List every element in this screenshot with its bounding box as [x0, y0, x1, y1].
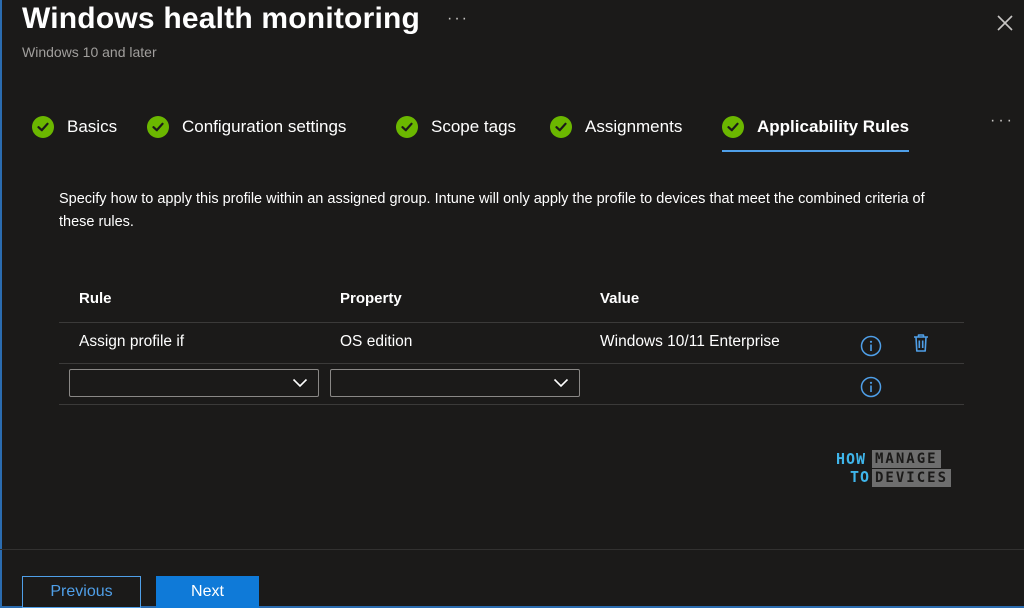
- rule-cell: Assign profile if: [79, 333, 185, 350]
- chevron-down-icon: [553, 378, 569, 388]
- tab-label: Configuration settings: [182, 117, 347, 136]
- checkmark-circle-icon: [396, 116, 418, 138]
- delete-rule-button[interactable]: [911, 332, 931, 354]
- value-cell: Windows 10/11 Enterprise: [600, 333, 780, 350]
- property-dropdown[interactable]: [330, 369, 580, 397]
- trash-icon: [914, 334, 928, 352]
- checkmark-circle-icon: [147, 116, 169, 138]
- tab-label: Scope tags: [431, 117, 517, 136]
- howtomanagedevices-logo: HOW TO MANAGE DEVICES: [834, 447, 959, 491]
- divider: [59, 404, 964, 405]
- tab-label: Applicability Rules: [757, 117, 910, 136]
- previous-button[interactable]: Previous: [22, 576, 141, 608]
- rule-dropdown[interactable]: [69, 369, 319, 397]
- close-button[interactable]: [994, 12, 1016, 34]
- info-icon[interactable]: [860, 376, 882, 398]
- footer-divider: [0, 549, 1024, 550]
- tab-assignments[interactable]: Assignments: [550, 108, 682, 146]
- tab-scope-tags[interactable]: Scope tags: [396, 108, 516, 146]
- column-header-rule: Rule: [79, 290, 112, 307]
- tabs-more-button[interactable]: ···: [990, 112, 1015, 130]
- description-text: Specify how to apply this profile within…: [59, 191, 925, 230]
- chevron-down-icon: [292, 378, 308, 388]
- info-icon[interactable]: [860, 335, 882, 357]
- page-subtitle: Windows 10 and later: [22, 44, 157, 60]
- tab-label: Basics: [67, 117, 118, 136]
- tab-applicability-rules[interactable]: Applicability Rules: [722, 108, 910, 152]
- logo-text-manage: MANAGE: [872, 450, 941, 468]
- more-options-button[interactable]: ···: [447, 10, 469, 28]
- column-header-value: Value: [600, 290, 640, 307]
- checkmark-circle-icon: [722, 116, 744, 138]
- tab-configuration-settings[interactable]: Configuration settings: [147, 108, 346, 146]
- tab-label: Assignments: [585, 117, 683, 136]
- property-cell: OS edition: [340, 333, 413, 350]
- wizard-tabs: Basics Configuration settings Scope tags…: [32, 108, 1002, 152]
- tab-basics[interactable]: Basics: [32, 108, 117, 146]
- divider: [59, 363, 964, 364]
- checkmark-circle-icon: [32, 116, 54, 138]
- close-icon: [997, 15, 1013, 31]
- logo-text-to: TO: [850, 468, 871, 486]
- next-button[interactable]: Next: [156, 576, 259, 608]
- logo-text-how: HOW: [836, 450, 867, 468]
- page-title: Windows health monitoring: [22, 2, 421, 35]
- column-header-property: Property: [340, 290, 402, 307]
- divider: [59, 322, 964, 323]
- checkmark-circle-icon: [550, 116, 572, 138]
- logo-text-devices: DEVICES: [872, 469, 952, 487]
- window-frame: [0, 0, 1024, 608]
